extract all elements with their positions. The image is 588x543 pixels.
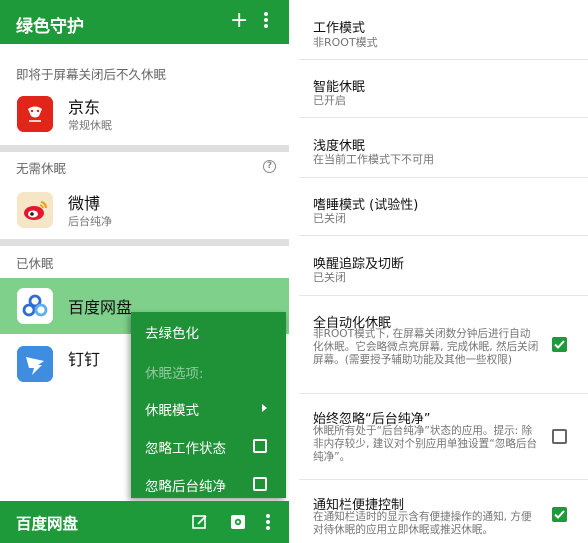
- setting-shallow-hibernation[interactable]: 浅度休眠 在当前工作模式下不可用: [299, 118, 588, 178]
- setting-smart-hibernation[interactable]: 智能休眠 已开启: [299, 60, 588, 118]
- more-options-icon[interactable]: [264, 12, 276, 32]
- setting-title: 唤醒追踪及切断: [313, 257, 405, 272]
- setting-title: 智能休眠: [313, 80, 366, 95]
- section-header-pending: 即将于屏幕关闭后不久休眠: [16, 67, 167, 82]
- section-divider: [0, 145, 289, 152]
- help-icon[interactable]: ?: [263, 160, 276, 173]
- checkbox-ignore-work-state[interactable]: [253, 439, 267, 453]
- setting-doze-mode[interactable]: 嗜睡模式 (试验性) 已关闭: [299, 178, 588, 236]
- setting-work-mode[interactable]: 工作模式 非ROOT模式: [299, 0, 588, 60]
- more-options-icon[interactable]: [266, 514, 270, 530]
- setting-summary: 在当前工作模式下不可用: [313, 153, 434, 166]
- dingtalk-icon: [17, 346, 53, 382]
- setting-description: 休眠所有处于“后台纯净”状态的应用。提示: 除非内存较少, 建议对个别应用单独设…: [313, 425, 538, 464]
- setting-summary: 已关闭: [313, 212, 346, 225]
- checkbox-ignore-bg-clean-global[interactable]: [552, 429, 567, 444]
- left-screen: 绿色守护 + 即将于屏幕关闭后不久休眠 京东 常规休眠 无需休眠 ? 微博 后台…: [0, 0, 289, 543]
- setting-auto-hibernation[interactable]: 全自动化休眠 非ROOT模式下, 在屏幕关闭数分钟后进行自动化休眠。它会略微点亮…: [299, 296, 588, 394]
- setting-notification-control[interactable]: 通知栏便捷控制 在通知栏适时的显示含有便捷操作的通知, 方便对待休眠的应用立即休…: [299, 480, 588, 543]
- setting-title: 工作模式: [313, 21, 366, 36]
- setting-title: 嗜睡模式 (试验性): [313, 198, 419, 213]
- setting-summary: 已关闭: [313, 271, 346, 284]
- menu-item-ignore-bg-clean[interactable]: 忽略后台纯净: [145, 475, 226, 495]
- setting-summary: 非ROOT模式: [313, 36, 378, 49]
- app-status: 后台纯净: [68, 215, 112, 228]
- menu-item-ungreenify[interactable]: 去绿色化: [145, 322, 199, 342]
- checkbox-auto-hibernation[interactable]: [552, 337, 567, 352]
- setting-description: 在通知栏适时的显示含有便捷操作的通知, 方便对待休眠的应用立即休眠或推迟休眠。: [313, 511, 532, 537]
- app-row-weibo[interactable]: 微博 后台纯净: [0, 182, 289, 238]
- add-icon[interactable]: +: [230, 8, 248, 34]
- app-row-jd[interactable]: 京东 常规休眠: [0, 86, 289, 142]
- app-name: 京东: [68, 98, 101, 117]
- bottom-action-bar: 百度网盘: [0, 501, 289, 543]
- app-name: 微博: [68, 194, 101, 213]
- menu-item-ignore-work-state[interactable]: 忽略工作状态: [145, 437, 226, 457]
- setting-wakeup-tracking[interactable]: 唤醒追踪及切断 已关闭: [299, 236, 588, 296]
- baidu-netdisk-icon: [17, 288, 53, 324]
- submenu-arrow-icon: [262, 404, 267, 412]
- app-name: 百度网盘: [68, 298, 133, 317]
- selected-app-title: 百度网盘: [16, 515, 79, 533]
- checkbox-notification-control[interactable]: [552, 507, 567, 522]
- edit-icon[interactable]: [192, 514, 208, 530]
- setting-summary: 已开启: [313, 94, 346, 107]
- weibo-icon: [17, 192, 53, 228]
- app-bar: 绿色守护 +: [0, 0, 289, 44]
- jd-icon: [17, 96, 53, 132]
- setting-ignore-bg-clean[interactable]: 始终忽略“后台纯净” 休眠所有处于“后台纯净”状态的应用。提示: 除非内存较少,…: [299, 394, 588, 480]
- settings-gear-icon[interactable]: [229, 513, 247, 531]
- section-header-no-need: 无需休眠: [16, 161, 67, 176]
- app-status: 常规休眠: [68, 119, 112, 132]
- settings-screen: 工作模式 非ROOT模式 智能休眠 已开启 浅度休眠 在当前工作模式下不可用 嗜…: [299, 0, 588, 543]
- setting-description: 非ROOT模式下, 在屏幕关闭数分钟后进行自动化休眠。它会略微点亮屏幕, 完成休…: [313, 328, 539, 367]
- checkbox-ignore-bg-clean[interactable]: [253, 477, 267, 491]
- app-name: 钉钉: [68, 350, 101, 369]
- menu-item-hibernation-mode[interactable]: 休眠模式: [145, 399, 199, 419]
- section-divider: [0, 239, 289, 246]
- app-title: 绿色守护: [16, 17, 84, 37]
- setting-title: 浅度休眠: [313, 139, 366, 154]
- menu-item-options-label: 休眠选项:: [145, 366, 204, 382]
- section-header-hibernated: 已休眠: [16, 256, 54, 271]
